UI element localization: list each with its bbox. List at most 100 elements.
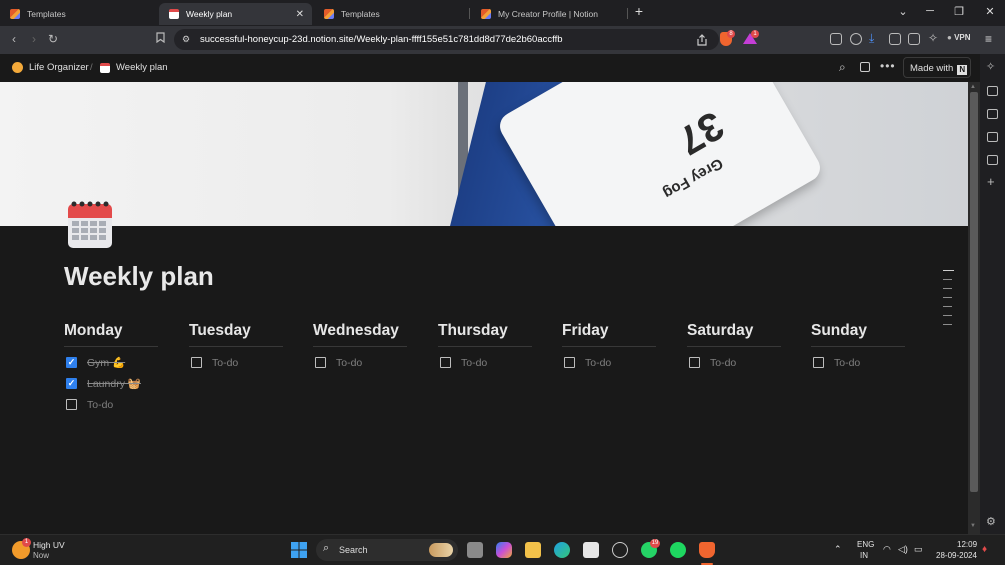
close-window-icon[interactable]: ✕ [982,5,998,18]
bookmarks-sidebar-icon[interactable] [987,132,998,142]
close-tab-icon[interactable]: ✕ [296,9,304,20]
scroll-down-icon[interactable]: ▼ [970,523,976,529]
unchecked-checkbox[interactable] [66,399,77,410]
url-text[interactable]: successful-honeycup-23d.notion.site/Week… [200,34,563,45]
todo-item[interactable]: To-do [313,352,407,373]
leo-ai-icon[interactable] [850,33,862,45]
todo-item[interactable]: To-do [687,352,781,373]
task-view-icon[interactable] [467,542,483,558]
taskbar-search[interactable]: ⌕ Search [316,539,458,561]
toc-line[interactable] [943,288,952,289]
address-bar[interactable]: ⚙ successful-honeycup-23d.notion.site/We… [174,29,719,50]
todo-item[interactable]: To-do [64,394,158,415]
show-hidden-icons-chevron-icon[interactable]: ⌃ [834,544,842,555]
file-explorer-icon[interactable] [525,542,541,558]
tab-list-chevron-icon[interactable]: ⌄ [895,5,911,18]
history-sidebar-icon[interactable] [987,155,998,165]
toc-line[interactable] [943,315,952,316]
unchecked-checkbox[interactable] [689,357,700,368]
forward-icon[interactable]: › [26,32,42,46]
tab-templates-1[interactable]: Templates [0,3,150,25]
notion-topbar: Life Organizer / Weekly plan ⌕ ••• Made … [0,54,980,81]
leo-sidebar-icon[interactable]: ✧ [986,60,995,73]
more-options-icon[interactable]: ••• [880,59,896,73]
unchecked-checkbox[interactable] [191,357,202,368]
site-settings-icon[interactable]: ⚙ [182,34,190,45]
tab-weekly-plan[interactable]: Weekly plan ✕ [159,3,312,25]
weather-title[interactable]: High UV [33,540,65,550]
wallet-sidebar-icon[interactable] [987,109,998,119]
share-icon[interactable] [696,33,708,51]
todo-item[interactable]: To-do [811,352,905,373]
todo-item[interactable]: ✓ Laundry 🧺 [64,373,158,394]
toc-line[interactable] [943,297,952,298]
unchecked-checkbox[interactable] [440,357,451,368]
scrollbar-thumb[interactable] [970,92,978,492]
reload-icon[interactable]: ↻ [45,32,61,46]
toc-line[interactable] [943,279,952,280]
todo-label[interactable]: To-do [336,357,362,369]
browser-toolbar: ‹ › ↻ ⚙ successful-honeycup-23d.notion.s… [0,26,1005,54]
restore-icon[interactable]: ❐ [951,5,967,18]
sidebar-toggle-icon[interactable] [889,33,901,45]
unchecked-checkbox[interactable] [315,357,326,368]
tab-creator-profile[interactable]: My Creator Profile | Notion [471,3,626,25]
duplicate-icon[interactable] [860,62,870,72]
menu-icon[interactable]: ≡ [985,32,992,46]
breadcrumb-life-organizer[interactable]: Life Organizer [29,62,89,73]
todo-label[interactable]: Gym 💪 [87,356,125,369]
wifi-icon[interactable]: ◠ [883,544,891,555]
todo-label[interactable]: Laundry 🧺 [87,377,141,390]
todo-label[interactable]: To-do [585,357,611,369]
add-sidebar-item-icon[interactable]: + [987,174,995,189]
windows-start-icon[interactable] [291,542,307,558]
tab-templates-2[interactable]: Templates [314,3,464,25]
dell-icon[interactable] [612,542,628,558]
ai-sparkle-icon[interactable]: ✧ [928,31,938,45]
vpn-button[interactable]: ● VPN [947,33,971,42]
made-with-notion-button[interactable]: Made with N [903,57,971,78]
todo-item[interactable]: ✓ Gym 💪 [64,352,158,373]
todo-label[interactable]: To-do [212,357,238,369]
todo-label[interactable]: To-do [710,357,736,369]
volume-icon[interactable]: ◁) [898,544,908,555]
todo-item[interactable]: To-do [438,352,532,373]
spotify-icon[interactable] [670,542,686,558]
breadcrumb-weekly-plan[interactable]: Weekly plan [116,62,168,73]
new-tab-icon[interactable]: + [631,3,647,19]
toc-line[interactable] [943,324,952,325]
language-line1[interactable]: ENG [857,540,874,549]
sidebar-settings-icon[interactable]: ⚙ [986,515,996,528]
battery-icon[interactable]: ▭ [914,544,923,555]
todo-label[interactable]: To-do [461,357,487,369]
unchecked-checkbox[interactable] [564,357,575,368]
todo-item[interactable]: To-do [189,352,283,373]
clock-date[interactable]: 28-09-2024 [936,551,977,560]
page-calendar-icon [66,199,114,249]
checked-checkbox[interactable]: ✓ [66,357,77,368]
store-icon[interactable] [583,542,599,558]
todo-label[interactable]: To-do [87,399,113,411]
notification-bell-icon[interactable]: ♦ [982,544,987,555]
unchecked-checkbox[interactable] [813,357,824,368]
toc-line[interactable] [943,270,954,271]
todo-label[interactable]: To-do [834,357,860,369]
back-icon[interactable]: ‹ [6,32,22,46]
edge-icon[interactable] [554,542,570,558]
extensions-icon[interactable] [830,33,842,45]
checked-checkbox[interactable]: ✓ [66,378,77,389]
day-heading: Wednesday [313,321,407,347]
wallet-icon[interactable] [908,33,920,45]
scroll-up-icon[interactable]: ▲ [970,84,976,90]
bookmark-icon[interactable] [152,32,168,46]
search-icon[interactable]: ⌕ [839,60,846,75]
language-line2[interactable]: IN [860,551,868,560]
minimize-icon[interactable]: ─ [922,5,938,17]
downloads-icon[interactable]: ⤓ [869,31,874,46]
todo-item[interactable]: To-do [562,352,656,373]
toc-line[interactable] [943,306,952,307]
reading-list-icon[interactable] [987,86,998,96]
copilot-icon[interactable] [496,542,512,558]
brave-icon[interactable] [699,542,715,558]
clock-time[interactable]: 12:09 [957,540,977,549]
